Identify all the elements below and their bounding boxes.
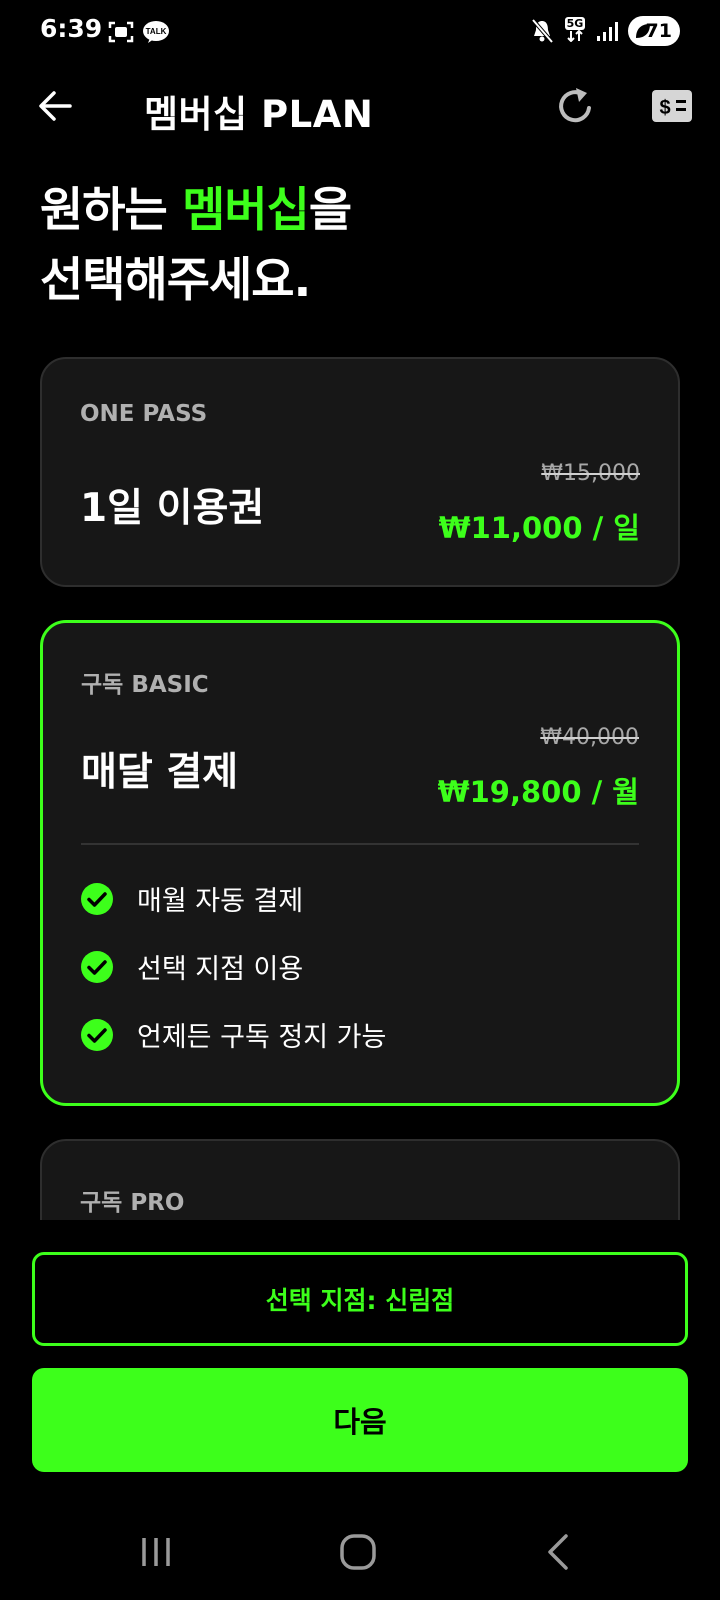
plan-new-price: ₩19,800 / 월 xyxy=(437,775,639,809)
plan-name: 매달 결제 xyxy=(81,750,239,795)
feature-label: 언제든 구독 정지 가능 xyxy=(137,1022,387,1053)
feature-label: 선택 지점 이용 xyxy=(137,954,304,985)
plan-card-basic[interactable]: 구독 BASIC 매달 결제 ₩40,000 ₩19,800 / 월 매월 자동… xyxy=(40,620,680,1106)
feature-label: 매월 자동 결제 xyxy=(137,886,304,917)
plan-card-pro[interactable]: 구독 PRO xyxy=(40,1139,680,1220)
plan-name: 1일 이용권 xyxy=(80,486,265,531)
selected-branch-button[interactable]: 선택 지점: 신림점 xyxy=(32,1252,688,1346)
check-circle-icon xyxy=(81,950,113,983)
feature-item: 매월 자동 결제 xyxy=(81,879,303,918)
check-circle-icon xyxy=(81,882,113,915)
plan-kicker: ONE PASS xyxy=(80,401,208,427)
plan-card-one-pass[interactable]: ONE PASS 1일 이용권 ₩15,000 ₩11,000 / 일 xyxy=(40,357,680,587)
card-divider xyxy=(81,843,639,845)
feature-item: 선택 지점 이용 xyxy=(81,947,303,986)
home-icon[interactable] xyxy=(334,1532,382,1572)
next-button[interactable]: 다음 xyxy=(32,1368,688,1472)
plan-kicker: 구독 BASIC xyxy=(81,672,209,698)
system-nav-bar xyxy=(0,1500,720,1600)
plan-old-price: ₩15,000 xyxy=(541,461,640,486)
feature-item: 언제든 구독 정지 가능 xyxy=(81,1015,386,1054)
plan-kicker: 구독 PRO xyxy=(80,1190,185,1216)
check-circle-icon xyxy=(81,1018,113,1051)
back-icon[interactable] xyxy=(536,1532,584,1572)
plan-old-price: ₩40,000 xyxy=(540,725,639,750)
recents-icon[interactable] xyxy=(132,1532,180,1572)
plan-new-price: ₩11,000 / 일 xyxy=(438,511,640,545)
plans-list[interactable]: ONE PASS 1일 이용권 ₩15,000 ₩11,000 / 일 구독 B… xyxy=(0,0,720,1220)
